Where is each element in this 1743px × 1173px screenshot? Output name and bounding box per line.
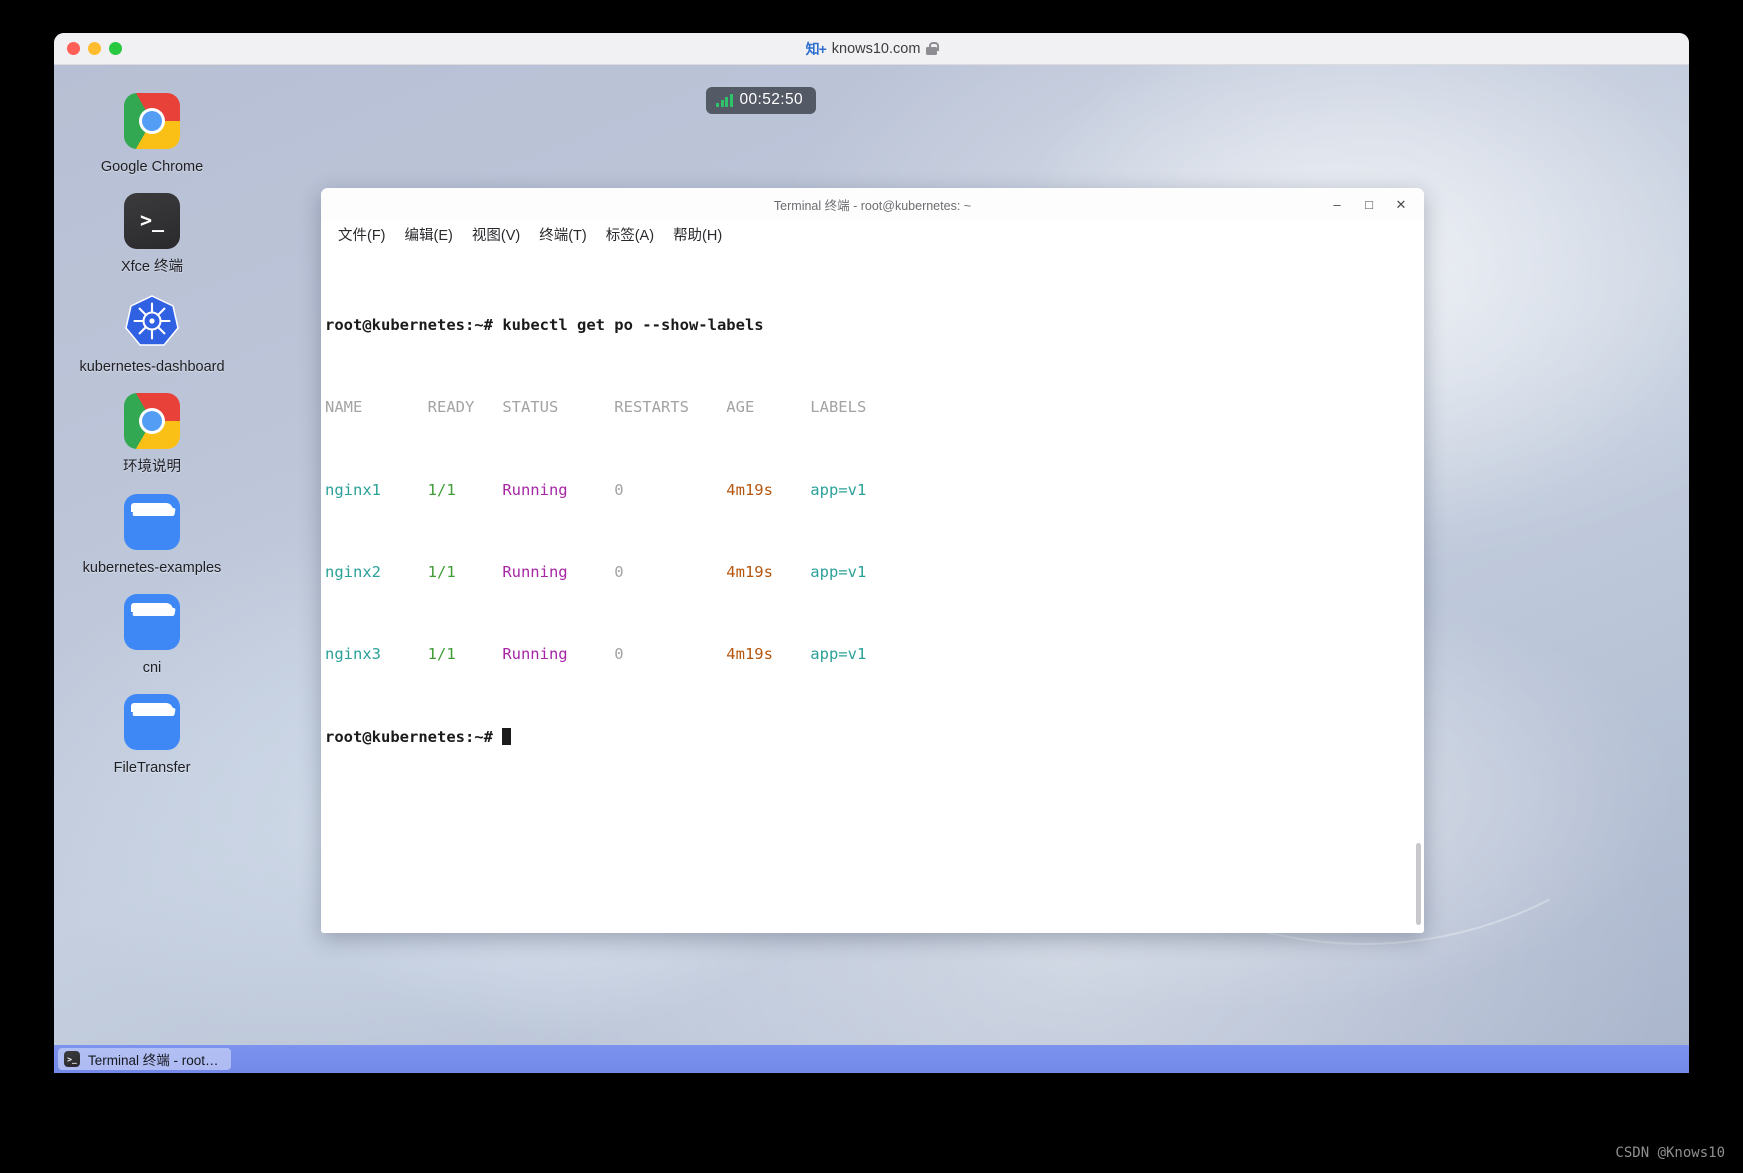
- maximize-button[interactable]: □: [1354, 192, 1384, 218]
- terminal-titlebar[interactable]: Terminal 终端 - root@kubernetes: ~ – □ ✕: [321, 188, 1424, 221]
- desktop-icon-label: 环境说明: [123, 459, 181, 476]
- desktop-icon-xfce-terminal[interactable]: >_ Xfce 终端: [72, 193, 232, 277]
- menu-help[interactable]: 帮助(H): [670, 223, 725, 246]
- kubernetes-icon: [124, 293, 180, 349]
- menu-view[interactable]: 视图(V): [469, 223, 523, 246]
- shell-prompt: root@kubernetes:~#: [325, 727, 493, 746]
- folder-icon: [124, 493, 180, 550]
- lock-icon: [926, 42, 939, 55]
- terminal-window-controls: – □ ✕: [1322, 188, 1416, 221]
- text-cursor: [502, 727, 512, 745]
- address-bar[interactable]: 知+ knows10.com: [54, 39, 1689, 59]
- folder-icon: [124, 593, 180, 650]
- table-row: nginx1 1/1 Running 0 4m19s app=v1: [325, 480, 867, 499]
- desktop-icon-label: cni: [142, 659, 162, 676]
- taskbar: >_ Terminal 终端 - root…: [54, 1045, 1689, 1073]
- session-timer: 00:52:50: [706, 87, 817, 114]
- terminal-output-area[interactable]: root@kubernetes:~# kubectl get po --show…: [321, 247, 1424, 933]
- terminal-icon: >_: [64, 1051, 80, 1067]
- column-header-ready: READY: [427, 398, 503, 417]
- desktop-icon-label: Xfce 终端: [120, 259, 184, 276]
- desktop-icon-kubernetes-examples[interactable]: kubernetes-examples: [72, 493, 232, 578]
- desktop: 00:52:50 Google Chrome >_ Xfce 终端 kubern…: [54, 65, 1689, 1073]
- signal-bars-icon: [716, 93, 733, 107]
- column-header-labels: LABELS: [810, 398, 867, 417]
- browser-titlebar: 知+ knows10.com: [54, 33, 1689, 65]
- terminal-title: Terminal 终端 - root@kubernetes: ~: [773, 199, 972, 213]
- column-header-restarts: RESTARTS: [614, 398, 727, 417]
- terminal-window: Terminal 终端 - root@kubernetes: ~ – □ ✕ 文…: [321, 188, 1424, 933]
- menu-terminal[interactable]: 终端(T): [536, 223, 590, 246]
- column-header-name: NAME: [325, 398, 428, 417]
- terminal-prompt-line: root@kubernetes:~#: [325, 727, 1424, 748]
- chrome-icon: [124, 393, 180, 450]
- address-url-text: knows10.com: [831, 40, 921, 57]
- terminal-table-header: NAME READY STATUS RESTARTS AGE LABELS: [325, 397, 1424, 418]
- desktop-icon-filetransfer[interactable]: FileTransfer: [72, 693, 232, 778]
- chrome-icon: [124, 93, 180, 149]
- watermark: CSDN @Knows10: [1615, 1145, 1725, 1161]
- desktop-icon-cni[interactable]: cni: [72, 593, 232, 678]
- terminal-icon: >_: [124, 193, 180, 250]
- menu-file[interactable]: 文件(F): [335, 223, 389, 246]
- shell-prompt: root@kubernetes:~#: [325, 315, 493, 334]
- minimize-button[interactable]: –: [1322, 192, 1352, 218]
- desktop-icon-label: kubernetes-examples: [82, 559, 222, 576]
- desktop-icon-google-chrome[interactable]: Google Chrome: [72, 93, 232, 177]
- close-button[interactable]: ✕: [1386, 192, 1416, 218]
- terminal-scrollbar[interactable]: [1412, 247, 1422, 933]
- taskbar-window-button[interactable]: >_ Terminal 终端 - root…: [58, 1048, 231, 1070]
- shell-command: kubectl get po --show-labels: [502, 315, 764, 334]
- session-timer-value: 00:52:50: [739, 91, 804, 108]
- menu-edit[interactable]: 编辑(E): [402, 223, 456, 246]
- column-header-age: AGE: [726, 398, 811, 417]
- table-row: nginx3 1/1 Running 0 4m19s app=v1: [325, 645, 867, 664]
- browser-window: 知+ knows10.com 00:52:50 Google Chrome >_: [54, 33, 1689, 1073]
- folder-icon: [124, 693, 180, 750]
- terminal-command-line: root@kubernetes:~# kubectl get po --show…: [325, 315, 1424, 336]
- taskbar-window-label: Terminal 终端 - root…: [88, 1053, 219, 1068]
- site-badge-icon: 知+: [805, 40, 827, 57]
- desktop-icon-label: FileTransfer: [113, 759, 191, 776]
- menu-tabs[interactable]: 标签(A): [603, 223, 657, 246]
- terminal-menubar: 文件(F) 编辑(E) 视图(V) 终端(T) 标签(A) 帮助(H): [321, 221, 1424, 247]
- table-row: nginx2 1/1 Running 0 4m19s app=v1: [325, 562, 867, 581]
- scrollbar-thumb[interactable]: [1416, 843, 1421, 925]
- desktop-icon-kubernetes-dashboard[interactable]: kubernetes-dashboard: [72, 293, 232, 377]
- desktop-icon-environment-notes[interactable]: 环境说明: [72, 393, 232, 477]
- desktop-icon-label: Google Chrome: [100, 159, 204, 175]
- desktop-icon-label: kubernetes-dashboard: [79, 359, 225, 376]
- desktop-icon-grid: Google Chrome >_ Xfce 终端 kubernetes-dash…: [72, 93, 232, 794]
- column-header-status: STATUS: [502, 398, 615, 417]
